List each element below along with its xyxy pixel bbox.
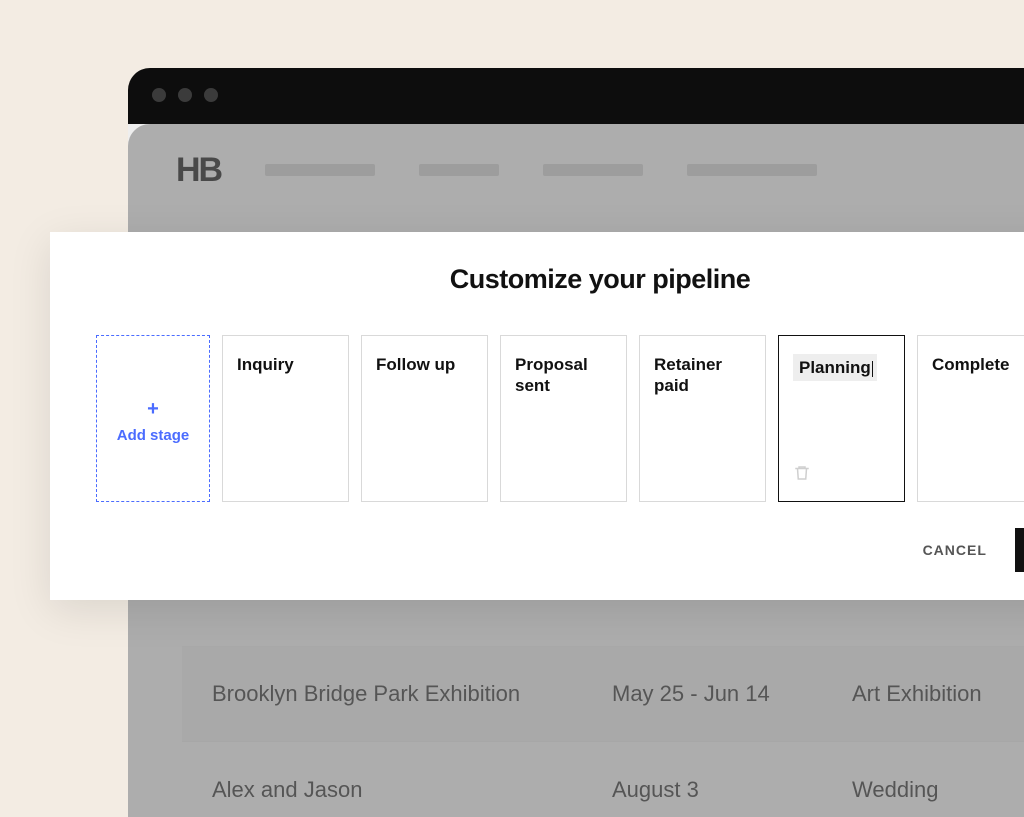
add-stage-label: Add stage	[117, 427, 190, 446]
window-dot	[152, 88, 166, 102]
pipeline-stages: + Add stage Inquiry Follow up Proposal s…	[50, 335, 1024, 502]
stage-label: Proposal sent	[515, 355, 588, 395]
stage-label: Inquiry	[237, 355, 294, 374]
pipeline-stage-retainer-paid[interactable]: Retainer paid	[639, 335, 766, 502]
plus-icon: +	[147, 399, 159, 419]
trash-icon[interactable]	[793, 464, 811, 487]
pipeline-stage-complete[interactable]: Complete	[917, 335, 1024, 502]
pipeline-stage-planning[interactable]: Planning	[778, 335, 905, 502]
window-dot	[178, 88, 192, 102]
add-stage-button[interactable]: + Add stage	[96, 335, 210, 502]
pipeline-stage-inquiry[interactable]: Inquiry	[222, 335, 349, 502]
stage-label-input[interactable]: Planning	[793, 354, 877, 381]
modal-actions: CANCEL SAVE	[923, 528, 1024, 572]
stage-label: Follow up	[376, 355, 455, 374]
modal-title: Customize your pipeline	[50, 264, 1024, 295]
cancel-button[interactable]: CANCEL	[923, 542, 987, 558]
text-caret	[872, 361, 873, 377]
pipeline-stage-follow-up[interactable]: Follow up	[361, 335, 488, 502]
stage-label: Complete	[932, 355, 1009, 374]
save-button[interactable]: SAVE	[1015, 528, 1024, 572]
pipeline-stage-proposal-sent[interactable]: Proposal sent	[500, 335, 627, 502]
window-controls	[128, 68, 1024, 122]
window-dot	[204, 88, 218, 102]
customize-pipeline-modal: Customize your pipeline + Add stage Inqu…	[50, 232, 1024, 600]
stage-label: Retainer paid	[654, 355, 722, 395]
